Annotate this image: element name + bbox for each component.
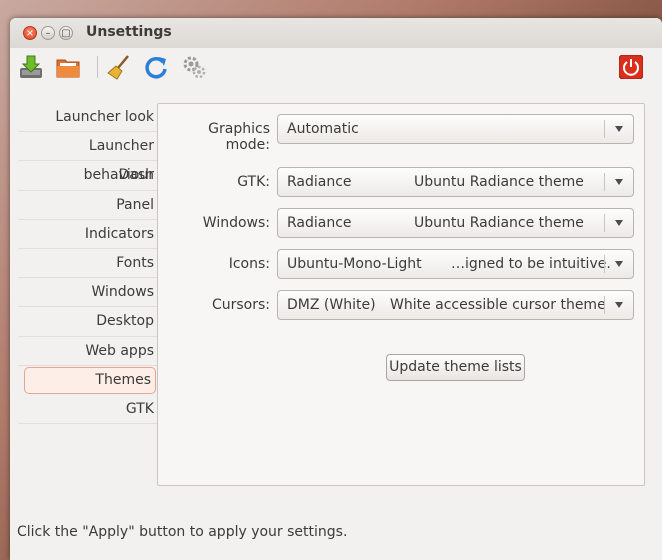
combo-separator [604,214,605,232]
chevron-down-icon [615,179,623,185]
cursors-theme-select[interactable]: DMZ (White) White accessible cursor them… [277,290,634,320]
sidebar-item-label: Indicators [84,225,154,242]
sidebar-item-label: Fonts [116,254,154,271]
windows-label: Windows: [202,215,270,231]
sidebar-item-windows[interactable]: Windows [18,278,158,308]
sidebar-item-label: Web apps [85,342,154,359]
combo-separator [604,255,605,273]
chevron-down-icon [615,220,623,226]
sidebar-item-desktop[interactable]: Desktop [18,307,158,337]
sidebar-item-fonts[interactable]: Fonts [18,249,158,279]
power-icon[interactable] [619,55,643,79]
gears-icon[interactable] [181,54,207,80]
windows-theme-name: Radiance [287,215,352,231]
refresh-icon[interactable] [143,54,169,80]
sidebar-item-indicators[interactable]: Indicators [18,220,158,249]
toolbar-separator [97,56,98,78]
folder-icon[interactable] [55,54,81,80]
sidebar-item-label: Themes [95,371,151,388]
sidebar-item-launcher-behaviour[interactable]: Launcher behaviour [18,132,158,183]
gtk-theme-description: Ubuntu Radiance theme [414,174,584,190]
chevron-down-icon [615,126,623,132]
sidebar-item-label: Panel [116,196,154,213]
cursors-label: Cursors: [211,297,270,313]
toolbar [10,48,662,88]
cursors-theme-description: White accessible cursor theme [390,297,606,313]
save-icon[interactable] [18,54,44,80]
sidebar-item-label: GTK [125,400,154,417]
icons-theme-description: …igned to be intuitive. [451,256,611,272]
combo-separator [604,173,605,191]
themes-panel: Graphics mode: Automatic GTK: Radiance U… [157,103,645,486]
icons-theme-select[interactable]: Ubuntu-Mono-Light …igned to be intuitive… [277,249,634,279]
icons-label: Icons: [228,256,270,272]
windows-theme-select[interactable]: Radiance Ubuntu Radiance theme [277,208,634,238]
sidebar-item-label: Dash [118,167,154,184]
sidebar-item-label: Desktop [96,313,154,330]
cursors-theme-name: DMZ (White) [287,297,376,313]
sidebar-item-label: Launcher look [55,109,154,125]
status-bar-text: Click the "Apply" button to apply your s… [17,524,348,540]
sidebar-item-gtk[interactable]: GTK [18,395,158,424]
gtk-label: GTK: [237,174,270,190]
combo-separator [604,296,605,314]
close-button[interactable]: × [23,26,37,40]
sidebar-item-launcher-look[interactable]: Launcher look [18,103,158,133]
gtk-theme-name: Radiance [287,174,352,190]
update-theme-lists-button[interactable]: Update theme lists [386,354,525,381]
graphics-mode-label: Graphics mode: [208,121,270,153]
graphics-mode-value: Automatic [287,121,359,137]
sidebar-item-panel[interactable]: Panel [18,191,158,220]
chevron-down-icon [615,302,623,308]
graphics-mode-select[interactable]: Automatic [277,114,634,144]
app-window: × – ▢ Unsettings Launcher look Launcher … [10,18,662,560]
sidebar-item-dash[interactable]: Dash [18,161,158,191]
maximize-button[interactable]: ▢ [59,26,73,40]
window-title: Unsettings [86,24,172,40]
gtk-theme-select[interactable]: Radiance Ubuntu Radiance theme [277,167,634,197]
sidebar-item-web-apps[interactable]: Web apps [18,337,158,366]
chevron-down-icon [615,261,623,267]
sidebar-item-label: Windows [91,284,155,301]
title-bar: × – ▢ Unsettings [10,18,662,48]
icons-theme-name: Ubuntu-Mono-Light [287,256,422,272]
combo-separator [604,120,605,138]
sidebar-item-themes[interactable]: Themes [24,366,156,394]
broom-icon[interactable] [106,54,132,80]
minimize-button[interactable]: – [41,26,55,40]
sidebar: Launcher look Launcher behaviour Dash Pa… [18,103,158,424]
windows-theme-description: Ubuntu Radiance theme [414,215,584,231]
